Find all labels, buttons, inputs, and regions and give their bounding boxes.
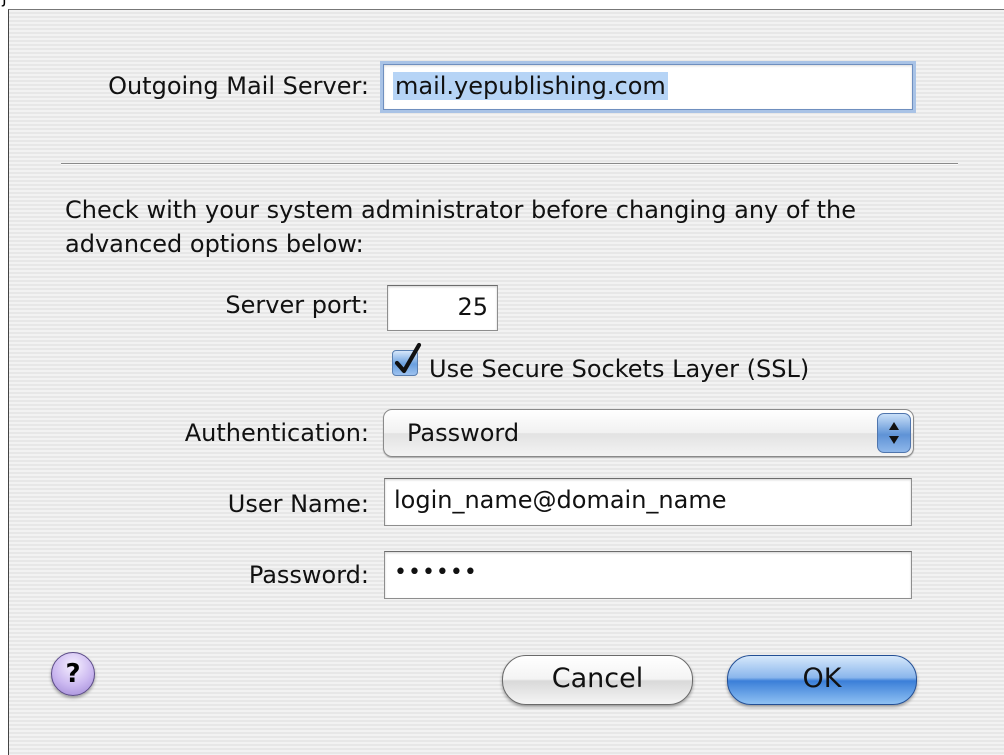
ok-button[interactable]: OK [727, 655, 917, 705]
help-button[interactable]: ? [51, 652, 95, 696]
authentication-label: Authentication: [184, 419, 369, 447]
smtp-server-options-dialog: Outgoing Mail Server: mail.yepublishing.… [8, 9, 1004, 755]
outgoing-server-field[interactable]: mail.yepublishing.com [383, 64, 913, 110]
ssl-label: Use Secure Sockets Layer (SSL) [429, 355, 810, 383]
section-divider [61, 163, 958, 165]
background-window-fragment: j [0, 0, 1004, 9]
user-name-label: User Name: [227, 490, 369, 518]
user-name-field[interactable]: login_name@domain_name [384, 478, 912, 526]
server-port-label: Server port: [225, 291, 369, 319]
password-field[interactable]: •••••• [384, 551, 912, 599]
password-label: Password: [248, 561, 369, 589]
authentication-value: Password [407, 419, 520, 447]
popup-arrows-icon [877, 413, 911, 453]
authentication-popup[interactable]: Password [383, 409, 914, 457]
checkmark-icon [394, 342, 422, 374]
cancel-button[interactable]: Cancel [502, 655, 693, 705]
outgoing-server-value: mail.yepublishing.com [393, 72, 668, 100]
ssl-checkbox[interactable] [392, 342, 422, 376]
server-port-field[interactable]: 25 [387, 285, 498, 331]
advanced-options-notice: Check with your system administrator bef… [65, 196, 857, 258]
outgoing-server-label: Outgoing Mail Server: [108, 72, 369, 100]
